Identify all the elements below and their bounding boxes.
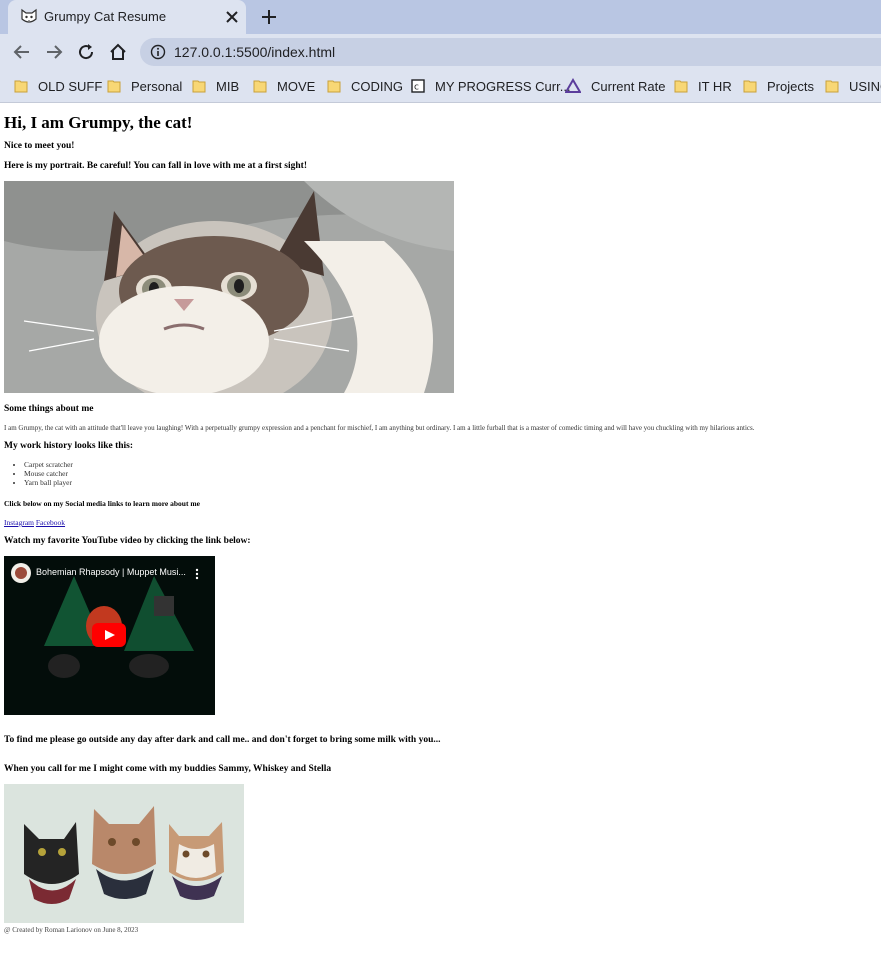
folder-icon: [327, 80, 341, 93]
folder-icon: [674, 80, 688, 93]
video-heading: Watch my favorite YouTube video by click…: [4, 536, 251, 546]
youtube-play-button-icon[interactable]: [92, 623, 126, 647]
folder-icon: [743, 80, 757, 93]
triangle-logo-icon: [565, 78, 581, 93]
facebook-link[interactable]: Facebook: [36, 518, 65, 527]
footer-text: @ Created by Roman Larionov on June 8, 2…: [4, 926, 139, 934]
bookmarks-bar: OLD SUFF Personal MIB MOVE CODING c MY P…: [0, 70, 881, 103]
social-heading: Click below on my Social media links to …: [4, 499, 200, 508]
social-links: Instagram Facebook: [4, 518, 65, 527]
page-title: Hi, I am Grumpy, the cat!: [4, 113, 193, 132]
cat-favicon-icon: [21, 8, 37, 23]
bookmark-coding[interactable]: CODING: [327, 76, 403, 96]
folder-icon: [14, 80, 28, 93]
youtube-video-embed[interactable]: Bohemian Rhapsody | Muppet Musi...: [4, 556, 215, 715]
work-history-list: Carpet scratcher Mouse catcher Yarn ball…: [4, 460, 73, 487]
work-heading: My work history looks like this:: [4, 441, 134, 451]
bookmark-using[interactable]: USING: [825, 76, 881, 96]
home-icon[interactable]: [108, 42, 128, 62]
work-item: Mouse catcher: [24, 469, 73, 478]
folder-icon: [825, 80, 839, 93]
instagram-link[interactable]: Instagram: [4, 518, 34, 527]
site-info-icon[interactable]: [150, 44, 166, 60]
folder-icon: [253, 80, 267, 93]
forward-arrow-icon[interactable]: [44, 42, 64, 62]
browser-tab-strip: Grumpy Cat Resume: [0, 0, 881, 34]
bookmark-move[interactable]: MOVE: [253, 76, 315, 96]
bookmark-it-hr[interactable]: IT HR: [674, 76, 732, 96]
tab-title: Grumpy Cat Resume: [44, 9, 167, 24]
buddies-text: When you call for me I might come with m…: [4, 764, 332, 774]
work-item: Carpet scratcher: [24, 460, 73, 469]
more-options-icon[interactable]: [194, 568, 200, 580]
bookmark-old-suff[interactable]: OLD SUFF: [14, 76, 102, 96]
work-item: Yarn ball player: [24, 478, 73, 487]
codecademy-icon: c: [411, 79, 425, 93]
grumpy-cat-portrait: [4, 181, 454, 393]
new-tab-plus-icon[interactable]: [260, 8, 278, 26]
portrait-intro-text: Here is my portrait. Be careful! You can…: [4, 161, 307, 171]
address-bar[interactable]: 127.0.0.1:5500/index.html: [140, 38, 881, 66]
channel-avatar: [11, 563, 31, 583]
browser-toolbar: 127.0.0.1:5500/index.html: [0, 34, 881, 70]
bookmark-personal[interactable]: Personal: [107, 76, 182, 96]
svg-text:c: c: [414, 83, 419, 93]
bookmark-current-rate[interactable]: Current Rate: [565, 76, 665, 96]
bookmark-mib[interactable]: MIB: [192, 76, 239, 96]
url-text: 127.0.0.1:5500/index.html: [174, 44, 336, 60]
bookmark-my-progress[interactable]: c MY PROGRESS Curr...: [411, 76, 571, 96]
find-me-text: To find me please go outside any day aft…: [4, 735, 441, 745]
reload-icon[interactable]: [76, 42, 96, 62]
video-title: Bohemian Rhapsody | Muppet Musi...: [36, 567, 186, 577]
folder-icon: [107, 80, 121, 93]
browser-tab-active[interactable]: Grumpy Cat Resume: [8, 0, 246, 34]
page-content: Hi, I am Grumpy, the cat! Nice to meet y…: [0, 103, 881, 955]
cat-buddies-image: [4, 784, 244, 923]
close-tab-icon[interactable]: [224, 9, 240, 25]
bookmark-projects[interactable]: Projects: [743, 76, 814, 96]
about-text: I am Grumpy, the cat with an attitude th…: [4, 424, 755, 432]
back-arrow-icon[interactable]: [12, 42, 32, 62]
folder-icon: [192, 80, 206, 93]
greeting-text: Nice to meet you!: [4, 141, 75, 151]
about-heading: Some things about me: [4, 404, 94, 414]
